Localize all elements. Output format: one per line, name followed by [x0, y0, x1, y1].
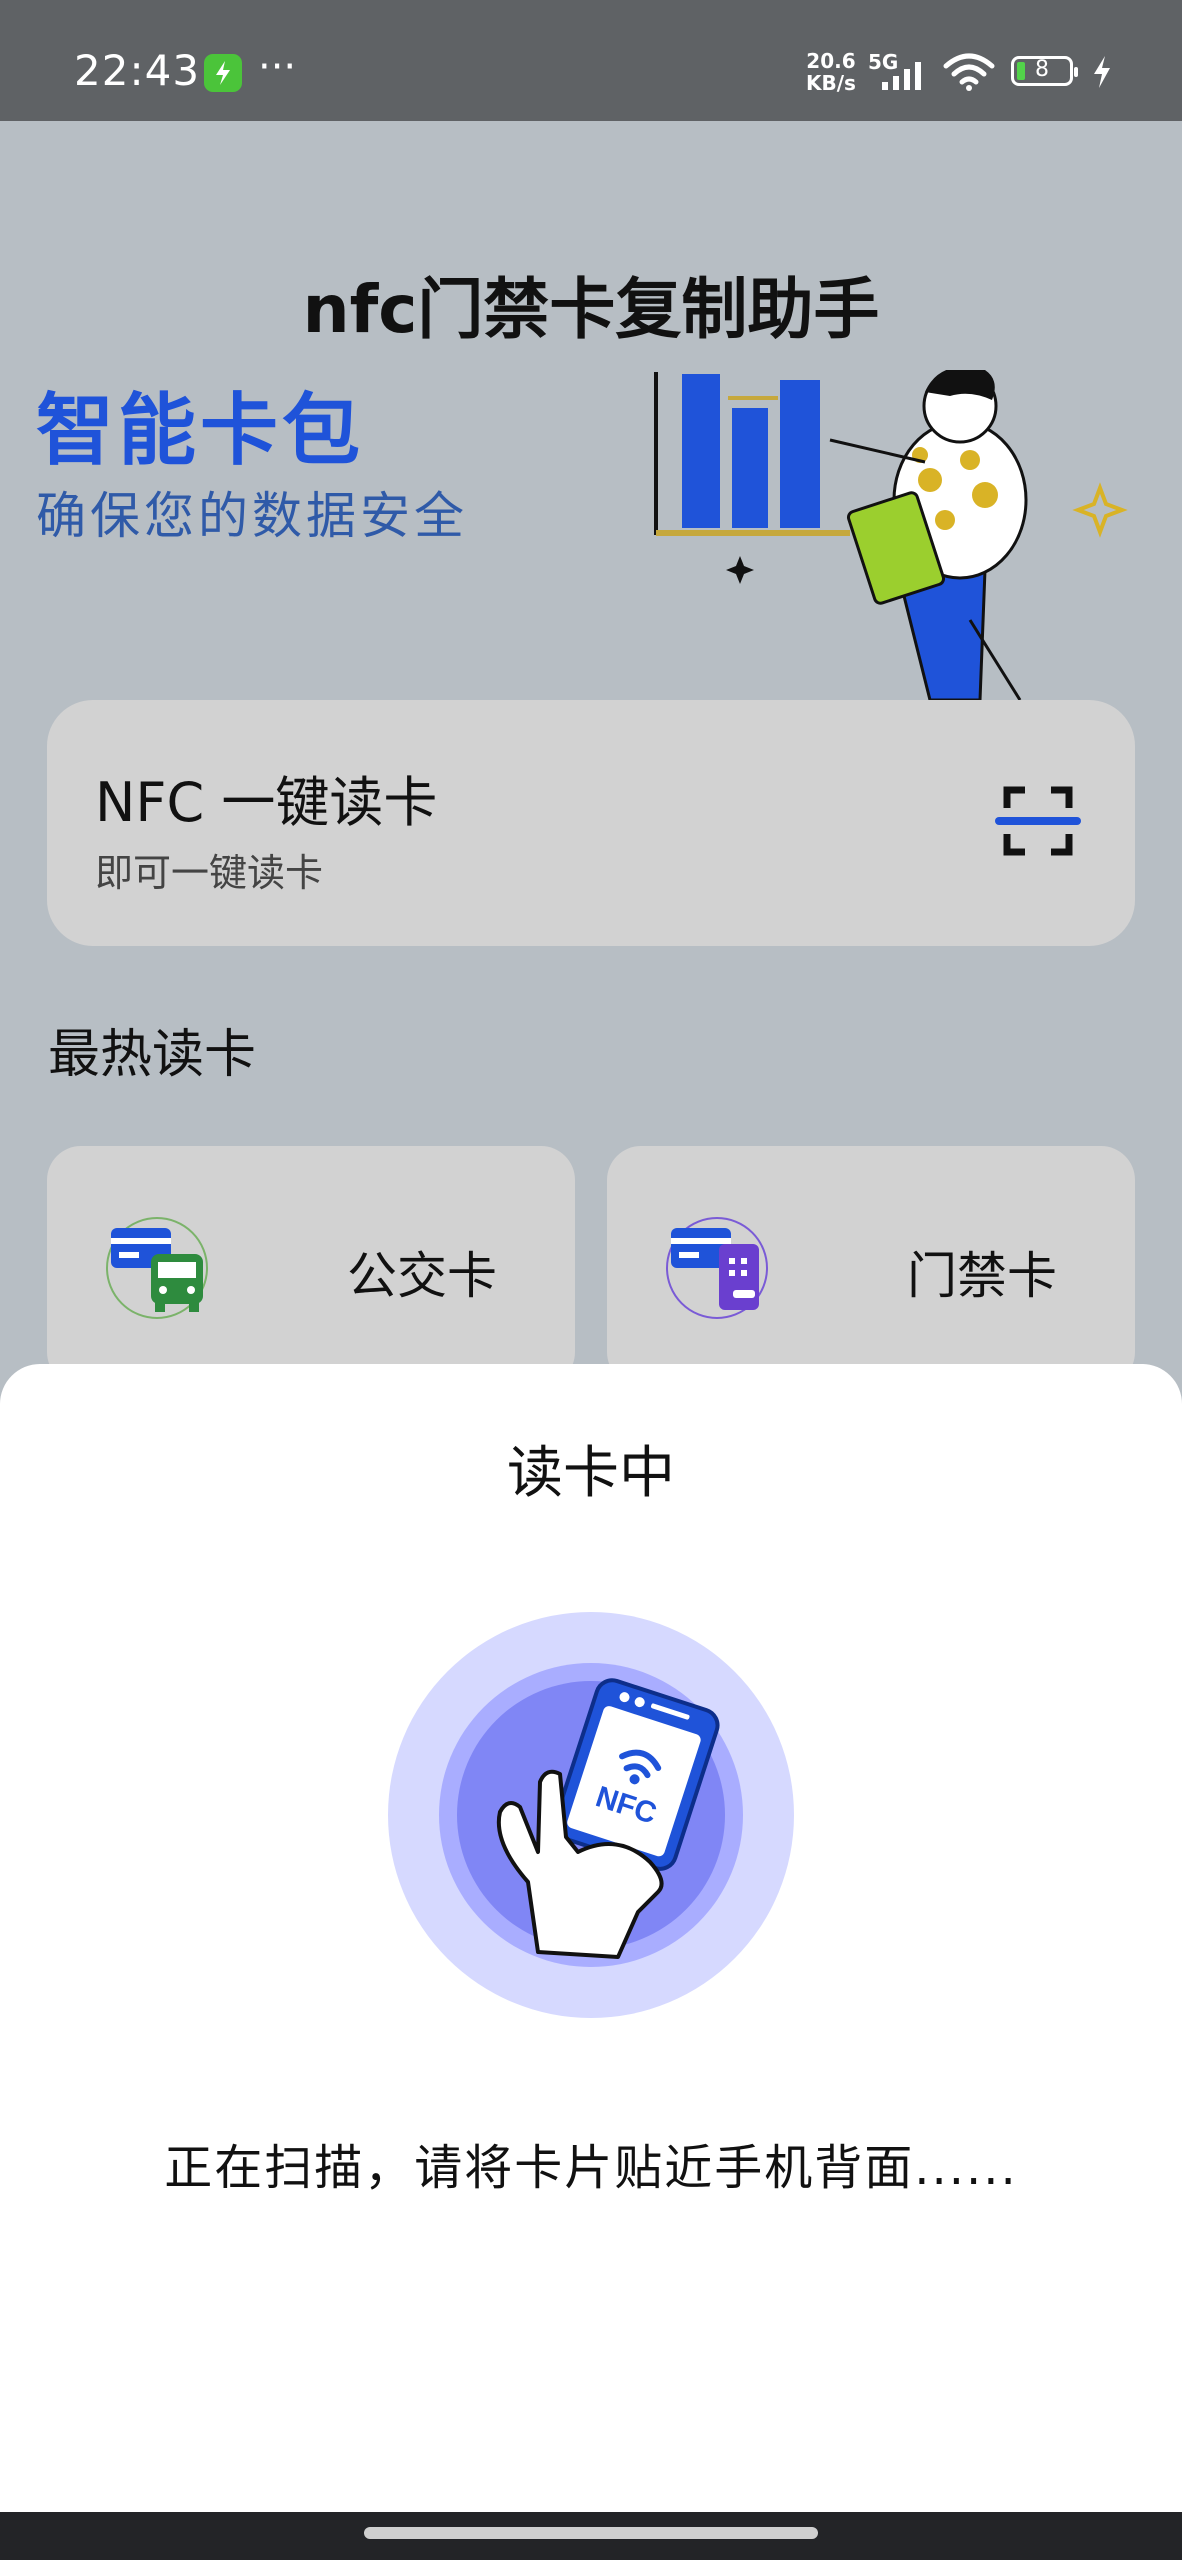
door-card-icon	[666, 1217, 768, 1319]
sheet-title: 读卡中	[507, 1441, 675, 1506]
home-indicator[interactable]	[364, 2527, 818, 2539]
hero-title: 智能卡包	[36, 386, 365, 476]
hero-illustration	[654, 370, 1128, 700]
door-card-button[interactable]: 门禁卡	[607, 1146, 1135, 1386]
hero-subtitle: 确保您的数据安全	[36, 487, 468, 545]
network-speed-value: 20.6	[806, 49, 856, 73]
nfc-hand-phone-icon: NFC	[388, 1612, 794, 2018]
charging-app-icon	[204, 54, 242, 92]
battery-icon: 8	[1011, 56, 1078, 86]
charging-icon	[1094, 56, 1110, 88]
signal-icon	[882, 62, 921, 90]
scanning-message: 正在扫描，请将卡片贴近手机背面......	[164, 2140, 1018, 2196]
door-card-label: 门禁卡	[907, 1247, 1057, 1305]
bus-card-icon	[106, 1217, 208, 1319]
hot-section-title: 最热读卡	[48, 1025, 257, 1085]
status-time: 22:43	[74, 46, 201, 95]
status-bar: 22:43 ··· 20.6 KB/s 5G 8	[0, 0, 1182, 121]
read-card-title: NFC 一键读卡	[95, 771, 438, 834]
wifi-icon	[943, 53, 995, 91]
network-speed: 20.6 KB/s	[806, 50, 856, 94]
network-speed-unit: KB/s	[806, 71, 856, 95]
navigation-bar	[0, 2512, 1182, 2560]
app-title: nfc门禁卡复制助手	[302, 271, 880, 348]
bus-card-label: 公交卡	[347, 1247, 497, 1305]
battery-percent: 8	[1035, 57, 1049, 82]
reading-bottom-sheet: 读卡中 NFC 正在扫描，请将卡片贴近手机背面......	[0, 1364, 1182, 2512]
read-card-subtitle: 即可一键读卡	[95, 851, 324, 895]
nfc-read-card-button[interactable]: NFC 一键读卡 即可一键读卡	[47, 700, 1135, 946]
bus-card-button[interactable]: 公交卡	[47, 1146, 575, 1386]
scan-icon	[995, 786, 1081, 856]
more-notifications-icon: ···	[258, 44, 297, 90]
